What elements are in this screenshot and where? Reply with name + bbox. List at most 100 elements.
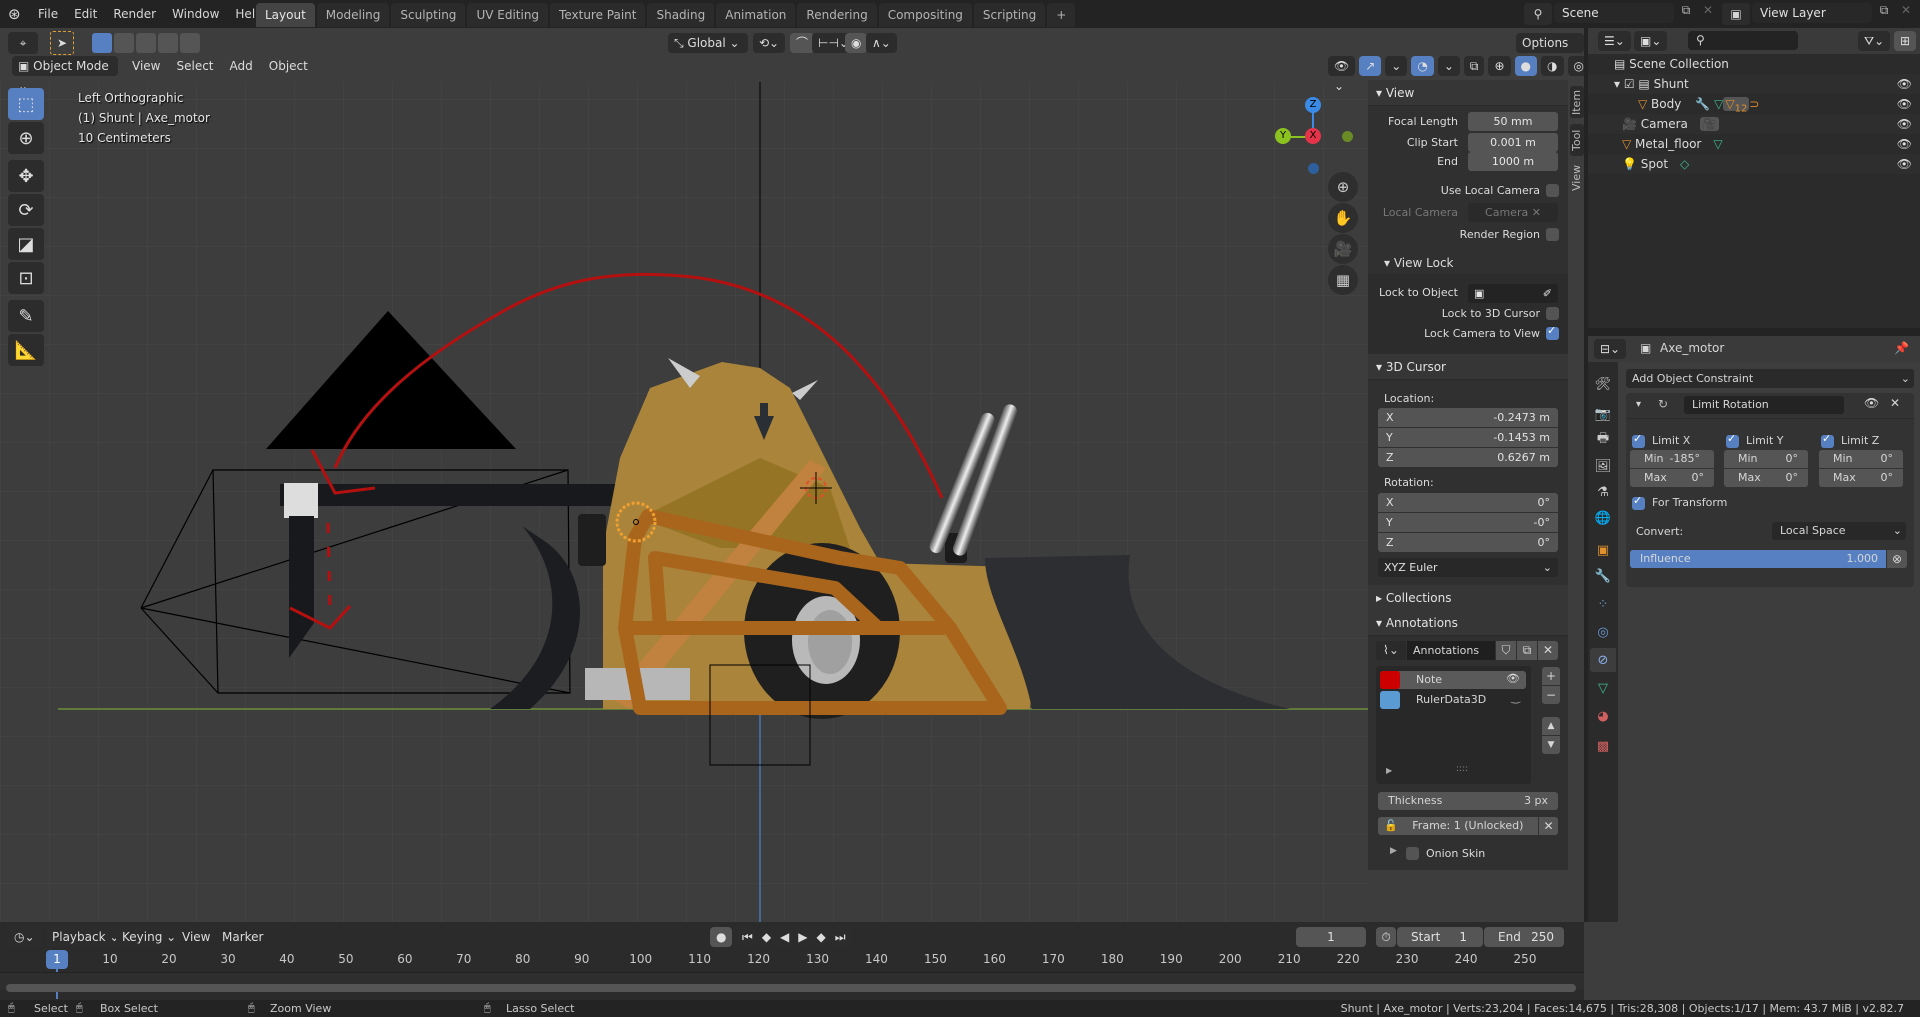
cursor-location-x[interactable]: X -0.2473 m (1378, 408, 1558, 427)
local-camera-field[interactable]: Camera ✕ (1468, 203, 1558, 222)
select-subtract-icon[interactable] (136, 33, 156, 53)
outliner-row-spot[interactable]: 💡 Spot ◇ 👁 (1588, 154, 1920, 174)
world-tab-icon[interactable]: 🌐 (1590, 506, 1616, 530)
shading-solid-icon[interactable]: ● (1514, 56, 1538, 76)
tab-layout[interactable]: Layout (256, 3, 315, 27)
outliner-row-scene-collection[interactable]: ▤ Scene Collection (1588, 54, 1920, 74)
texture-tab-icon[interactable]: ▩ (1590, 734, 1616, 758)
data-tab-icon[interactable]: ▽ (1590, 676, 1616, 700)
limit-y-min-field[interactable]: Min 0° (1724, 450, 1808, 468)
modifier-tab-icon[interactable]: 🔧 (1590, 564, 1616, 588)
disable-keep-transform-icon[interactable]: ⊗ (1887, 550, 1907, 568)
falloff-dropdown[interactable]: ∧⌄ (866, 33, 897, 53)
pan-view-icon[interactable]: ✋ (1328, 203, 1358, 233)
pin-icon[interactable]: 📌 (1894, 341, 1909, 355)
constraint-name-field[interactable]: Limit Rotation (1684, 396, 1844, 414)
view-layer-field[interactable]: View Layer (1752, 3, 1872, 23)
gizmo-z-axis[interactable]: Z (1305, 97, 1321, 113)
tab-scripting[interactable]: Scripting (973, 3, 1046, 27)
cursor-rotation-x[interactable]: X 0° (1378, 493, 1558, 512)
lock-to-object-field[interactable]: ▣ ✐ (1468, 284, 1558, 303)
view-layer-tab-icon[interactable]: 🖼 (1590, 454, 1616, 478)
outliner-row-metal-floor[interactable]: ▽ Metal_floor ▽ 👁 (1588, 134, 1920, 154)
constraint-eye-icon[interactable]: 👁 (1864, 396, 1879, 410)
gizmo-neg-y[interactable] (1342, 131, 1353, 142)
select-intersect-icon[interactable] (180, 33, 200, 53)
tab-animation[interactable]: Animation (716, 3, 796, 27)
ruler-color-swatch[interactable] (1380, 691, 1400, 709)
output-tab-icon[interactable]: 🖶 (1590, 428, 1616, 452)
menu-window[interactable]: Window (164, 0, 227, 28)
select-invert-icon[interactable] (158, 33, 178, 53)
cursor-tool-icon[interactable]: ⊕ (8, 122, 44, 154)
eye-icon[interactable]: 👁 (1506, 672, 1520, 685)
cursor-location-y[interactable]: Y -0.1453 m (1378, 428, 1558, 447)
shading-rendered-icon[interactable]: ◎ (1567, 56, 1584, 76)
clip-start-field[interactable]: 0.001 m (1468, 133, 1558, 152)
rotation-mode-dropdown[interactable]: XYZ Euler ⌄ (1378, 558, 1558, 577)
limit-x-checkbox[interactable] (1632, 432, 1645, 448)
eye-icon[interactable]: 👁 (1897, 134, 1912, 154)
new-view-layer-icon[interactable]: ⧉ (1874, 3, 1894, 23)
properties-editor-type-icon[interactable]: ⊟⌄ (1594, 339, 1627, 359)
thickness-field[interactable]: Thickness 3 px (1378, 792, 1558, 810)
influence-slider[interactable]: Influence 1.000 (1630, 550, 1886, 568)
clip-end-field[interactable]: 1000 m (1468, 152, 1558, 171)
shading-wireframe-icon[interactable]: ⊕ (1488, 56, 1511, 76)
view-lock-header[interactable]: ▾ View Lock (1384, 256, 1454, 270)
layer-row-note[interactable]: Note 👁 (1380, 671, 1526, 689)
xray-toggle-icon[interactable]: ⧉ (1463, 56, 1485, 76)
delete-scene-icon[interactable]: ✕ (1698, 3, 1718, 23)
shading-material-icon[interactable]: ◑ (1541, 56, 1564, 76)
move-layer-down-button[interactable]: ▼ (1542, 736, 1560, 754)
onion-skin-checkbox[interactable] (1406, 847, 1419, 860)
annotations-panel-header[interactable]: ▾ Annotations (1368, 610, 1568, 636)
duplicate-icon[interactable]: ⧉ (1517, 641, 1537, 660)
outliner-editor-type-icon[interactable]: ☰⌄ (1598, 31, 1631, 51)
material-tab-icon[interactable]: ◕ (1590, 704, 1616, 728)
outliner-row-camera[interactable]: 🎥 Camera 🎥 👁 (1588, 114, 1920, 134)
collapse-constraint-icon[interactable]: ▾ (1636, 399, 1641, 410)
use-local-camera-checkbox[interactable] (1546, 184, 1559, 197)
select-extend-icon[interactable] (114, 33, 134, 53)
sidebar-tab-view[interactable]: View (1570, 160, 1584, 196)
annotation-browse-icon[interactable]: ⌇⌄ (1376, 641, 1406, 660)
tab-texture-paint[interactable]: Texture Paint (550, 3, 646, 27)
delete-view-layer-icon[interactable]: ✕ (1896, 3, 1916, 23)
delete-constraint-icon[interactable]: ✕ (1890, 396, 1900, 410)
mode-dropdown[interactable]: ▣ Object Mode ⌄ (12, 56, 118, 93)
tab-rendering[interactable]: Rendering (797, 3, 877, 27)
camera-view-icon[interactable]: 🎥 (1328, 234, 1358, 264)
limit-y-checkbox[interactable] (1726, 432, 1739, 448)
add-constraint-dropdown[interactable]: Add Object Constraint ⌄ (1626, 369, 1914, 388)
menu-object[interactable]: Object (261, 56, 316, 76)
gizmo-toggle-icon[interactable]: ↗ (1359, 56, 1382, 76)
menu-file[interactable]: File (30, 0, 66, 28)
tab-compositing[interactable]: Compositing (878, 3, 972, 27)
visibility-dropdown[interactable]: 👁⌄ (1328, 56, 1356, 93)
scene-field[interactable]: Scene (1554, 3, 1674, 23)
menu-render[interactable]: Render (105, 0, 164, 28)
list-options-icon[interactable]: ▶ (1386, 766, 1392, 775)
layer-row-ruler[interactable]: RulerData3D ‿ (1380, 691, 1526, 709)
gizmo-x-axis[interactable]: X (1305, 128, 1321, 144)
new-collection-icon[interactable]: ⊞ (1894, 31, 1917, 51)
render-tab-icon[interactable]: 📷 (1590, 402, 1616, 426)
snap-toggle-icon[interactable]: ⌒ (790, 33, 815, 53)
lock-camera-checkbox[interactable] (1546, 324, 1559, 340)
menu-select[interactable]: Select (168, 56, 221, 76)
add-layer-button[interactable]: + (1542, 667, 1560, 685)
navigation-gizmo[interactable]: Z Y X (1270, 88, 1353, 174)
measure-tool-icon[interactable]: 📐 (8, 334, 44, 366)
zoom-view-icon[interactable]: ⊕ (1328, 172, 1358, 202)
cursor-location-z[interactable]: Z 0.6267 m (1378, 448, 1558, 467)
delete-frame-button[interactable]: ✕ (1539, 817, 1558, 835)
cursor-rotation-z[interactable]: Z 0° (1378, 533, 1558, 552)
limit-x-min-field[interactable]: Min -185° (1630, 450, 1714, 468)
add-workspace-button[interactable]: + (1047, 3, 1076, 27)
timeline-scrollbar[interactable] (6, 984, 1576, 992)
annotation-datablock-field[interactable]: Annotations (1407, 641, 1495, 660)
transform-orientation-dropdown[interactable]: ⤡ Global ⌄ (668, 33, 748, 53)
gizmo-neg-z[interactable] (1308, 163, 1319, 174)
new-scene-icon[interactable]: ⧉ (1676, 3, 1696, 23)
